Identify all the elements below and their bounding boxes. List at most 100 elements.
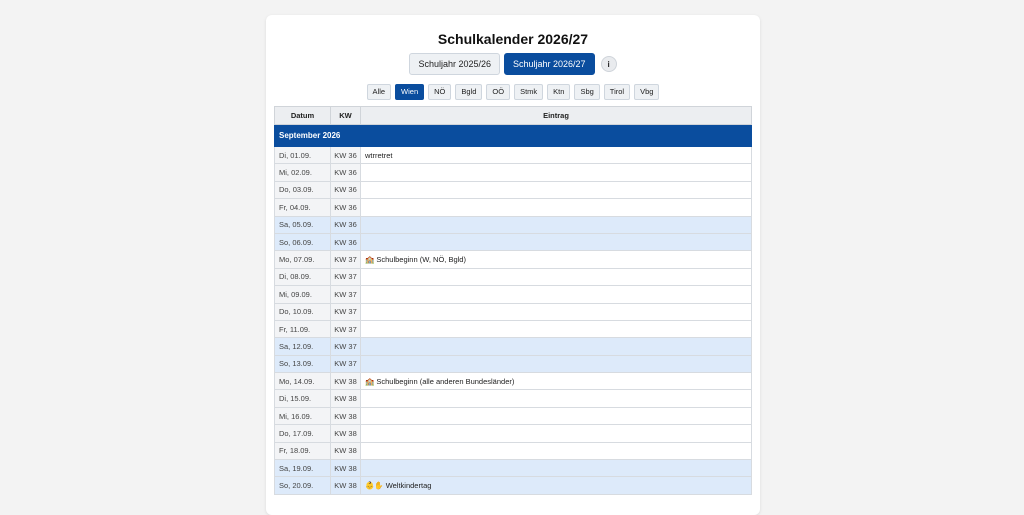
- year-button-2025-26[interactable]: Schuljahr 2025/26: [409, 53, 500, 75]
- row-kw: KW 36: [330, 145, 361, 165]
- table-row[interactable]: So, 20.09. KW 38 👶✋ Weltkindertag: [274, 476, 752, 495]
- row-kw: KW 37: [330, 337, 361, 356]
- year-button-2026-27[interactable]: Schuljahr 2026/27: [504, 53, 595, 75]
- region-button-stmk[interactable]: Stmk: [514, 84, 544, 100]
- month-header-row: September 2026: [274, 124, 752, 147]
- row-date: Sa, 12.09.: [274, 337, 331, 356]
- row-date: So, 06.09.: [274, 232, 331, 252]
- table-row[interactable]: Di, 15.09. KW 38: [274, 389, 752, 408]
- row-kw: KW 38: [330, 441, 361, 461]
- table-row[interactable]: Sa, 12.09. KW 37: [274, 337, 752, 356]
- entry-text: Schulbeginn (W, NÖ, Bgld): [376, 255, 466, 265]
- row-kw: KW 36: [330, 198, 361, 217]
- row-kw: KW 38: [330, 476, 361, 495]
- row-entry: [360, 389, 752, 408]
- table-row[interactable]: Sa, 05.09. KW 36: [274, 215, 752, 234]
- table-row[interactable]: Di, 08.09. KW 37: [274, 267, 752, 287]
- row-entry: [360, 215, 752, 234]
- row-date: Fr, 04.09.: [274, 198, 331, 217]
- row-kw: KW 37: [330, 302, 361, 321]
- row-kw: KW 38: [330, 459, 361, 478]
- entry-text: wtrretret: [365, 150, 393, 160]
- row-entry: 🏫 Schulbeginn (alle anderen Bundesländer): [360, 372, 752, 391]
- region-button-alle[interactable]: Alle: [366, 84, 392, 100]
- table-row[interactable]: Sa, 19.09. KW 38: [274, 459, 752, 478]
- row-date: Do, 03.09.: [274, 180, 331, 200]
- region-button-ktn[interactable]: Ktn: [547, 84, 571, 100]
- row-kw: KW 38: [330, 372, 361, 391]
- region-button-noe[interactable]: NÖ: [428, 84, 452, 100]
- row-date: Di, 08.09.: [274, 267, 331, 287]
- school-icon: 🏫: [365, 376, 375, 386]
- region-button-wien[interactable]: Wien: [395, 84, 425, 100]
- region-button-ooe[interactable]: OÖ: [486, 84, 511, 100]
- row-entry: [360, 424, 752, 443]
- row-kw: KW 37: [330, 250, 361, 269]
- row-date: So, 20.09.: [274, 476, 331, 495]
- table-row[interactable]: Fr, 04.09. KW 36: [274, 198, 752, 217]
- row-entry: 👶✋ Weltkindertag: [360, 476, 752, 495]
- row-entry: 🏫 Schulbeginn (W, NÖ, Bgld): [360, 250, 752, 269]
- row-entry: [360, 459, 752, 478]
- table-row[interactable]: Do, 03.09. KW 36: [274, 180, 752, 200]
- row-entry: [360, 406, 752, 426]
- entry-text: Schulbeginn (alle anderen Bundesländer): [376, 376, 515, 386]
- row-date: Do, 17.09.: [274, 424, 331, 443]
- row-kw: KW 37: [330, 267, 361, 287]
- row-kw: KW 38: [330, 424, 361, 443]
- row-entry: [360, 232, 752, 252]
- row-date: So, 13.09.: [274, 354, 331, 374]
- table-row[interactable]: Mi, 09.09. KW 37: [274, 285, 752, 304]
- row-entry: [360, 441, 752, 461]
- row-entry: [360, 267, 752, 287]
- column-header-kw: KW: [330, 106, 361, 125]
- row-entry: [360, 180, 752, 200]
- info-icon[interactable]: i: [600, 56, 617, 72]
- child-hand-icon: 👶✋: [365, 481, 384, 491]
- table-row[interactable]: Do, 17.09. KW 38: [274, 424, 752, 443]
- table-row[interactable]: Do, 10.09. KW 37: [274, 302, 752, 321]
- row-kw: KW 36: [330, 215, 361, 234]
- row-date: Di, 01.09.: [274, 145, 331, 165]
- row-date: Mi, 02.09.: [274, 163, 331, 182]
- table-row[interactable]: Di, 01.09. KW 36 wtrretret: [274, 145, 752, 165]
- table-row[interactable]: Fr, 11.09. KW 37: [274, 319, 752, 339]
- table-row[interactable]: So, 13.09. KW 37: [274, 354, 752, 374]
- row-kw: KW 36: [330, 232, 361, 252]
- region-button-vbg[interactable]: Vbg: [634, 84, 660, 100]
- row-kw: KW 36: [330, 163, 361, 182]
- row-entry: wtrretret: [360, 145, 752, 165]
- row-kw: KW 38: [330, 389, 361, 408]
- region-button-bgld[interactable]: Bgld: [455, 84, 483, 100]
- table-row[interactable]: Mi, 02.09. KW 36: [274, 163, 752, 182]
- table-row[interactable]: Fr, 18.09. KW 38: [274, 441, 752, 461]
- table-row[interactable]: Mi, 16.09. KW 38: [274, 406, 752, 426]
- table-row[interactable]: Mo, 14.09. KW 38 🏫 Schulbeginn (alle andere…: [274, 372, 752, 391]
- row-kw: KW 36: [330, 180, 361, 200]
- month-label: September 2026: [274, 124, 752, 147]
- calendar-card: Schulkalender 2026/27 Schuljahr 2025/26 …: [266, 15, 760, 515]
- row-date: Mo, 14.09.: [274, 372, 331, 391]
- row-kw: KW 37: [330, 319, 361, 339]
- entry-text: Weltkindertag: [385, 481, 432, 491]
- region-button-tirol[interactable]: Tirol: [603, 84, 631, 100]
- row-entry: [360, 337, 752, 356]
- row-entry: [360, 302, 752, 321]
- row-date: Mo, 07.09.: [274, 250, 331, 269]
- column-header-date: Datum: [274, 106, 331, 125]
- region-filter: Alle Wien NÖ Bgld OÖ Stmk Ktn Sbg Tirol …: [266, 84, 760, 100]
- row-date: Di, 15.09.: [274, 389, 331, 408]
- row-entry: [360, 163, 752, 182]
- table-header-row: Datum KW Eintrag: [274, 106, 752, 125]
- row-entry: [360, 319, 752, 339]
- column-header-entry: Eintrag: [360, 106, 752, 125]
- table-row[interactable]: Mo, 07.09. KW 37 🏫 Schulbeginn (W, NÖ, Bgld…: [274, 250, 752, 269]
- row-kw: KW 38: [330, 406, 361, 426]
- row-kw: KW 37: [330, 285, 361, 304]
- row-date: Fr, 18.09.: [274, 441, 331, 461]
- calendar-table: Datum KW Eintrag September 2026 Di, 01.0…: [274, 106, 752, 495]
- row-date: Fr, 11.09.: [274, 319, 331, 339]
- region-button-sbg[interactable]: Sbg: [574, 84, 600, 100]
- table-row[interactable]: So, 06.09. KW 36: [274, 232, 752, 252]
- row-date: Sa, 05.09.: [274, 215, 331, 234]
